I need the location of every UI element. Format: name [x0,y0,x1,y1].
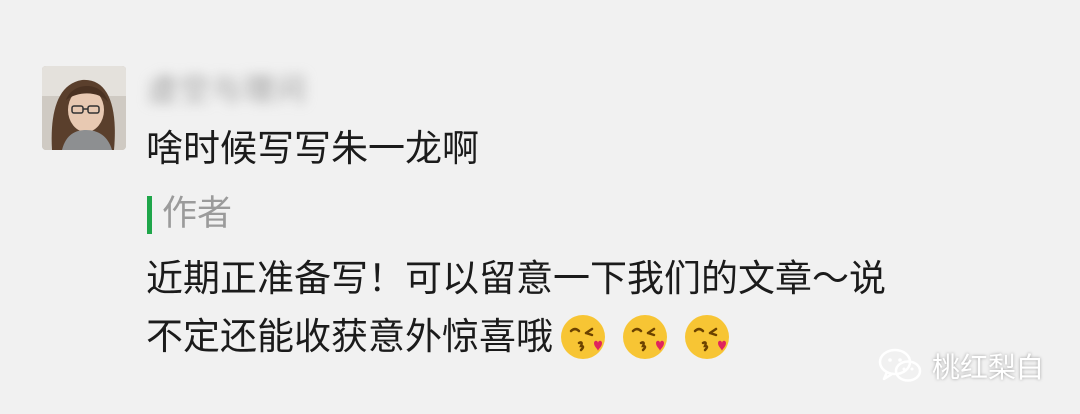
emoji-group [559,313,745,361]
reply-line-1: 近期正准备写！可以留意一下我们的文章～说 [146,250,1046,308]
wechat-icon [878,348,922,382]
reply-indicator-bar [147,196,152,234]
author-label: 作者 [162,194,233,234]
username-text: 虚空与理问 [148,73,308,108]
kissing-heart-icon [561,315,605,359]
kissing-heart-icon [623,315,667,359]
avatar[interactable] [42,66,126,150]
avatar-image [42,66,126,150]
username[interactable]: 虚空与理问 [148,68,352,108]
kissing-heart-icon [685,315,729,359]
comment-text: 啥时候写写朱一龙啊 [146,127,479,170]
watermark: 桃红梨白 [878,346,1044,386]
watermark-text: 桃红梨白 [931,351,1044,384]
reply-line-1-text: 近期正准备写！可以留意一下我们的文章～说 [146,257,886,300]
reply-line-2-text: 不定还能收获意外惊喜哦 [146,315,553,358]
